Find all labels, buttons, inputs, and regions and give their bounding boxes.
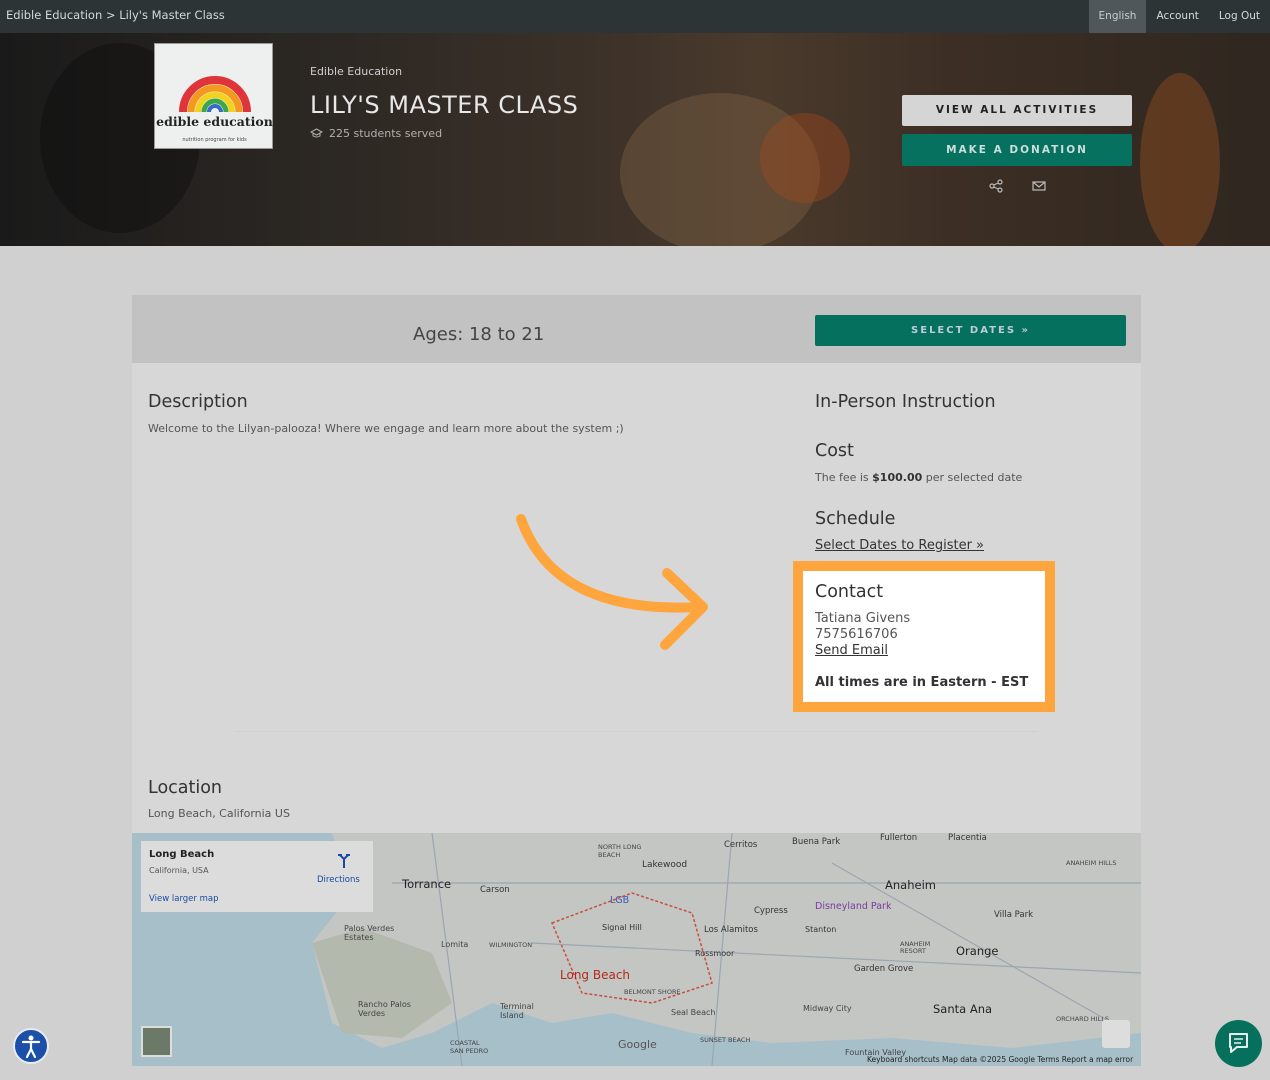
view-larger-map-link[interactable]: View larger map	[149, 894, 219, 904]
location-map[interactable]: Long Beach California, USA View larger m…	[132, 833, 1141, 1066]
map-label: ANAHEIM HILLS	[1066, 859, 1117, 867]
map-label: ORCHARD HILLS	[1056, 1015, 1109, 1023]
organization-logo: edible education nutrition program for k…	[154, 43, 273, 149]
map-label: Torrance	[402, 877, 452, 891]
cost-heading: Cost	[815, 441, 854, 461]
map-label: Lomita	[441, 940, 469, 949]
map-label: Terminal Island	[500, 1002, 534, 1020]
chat-icon	[1229, 1033, 1248, 1053]
share-icon[interactable]	[988, 179, 1004, 193]
logo-subtext: nutrition program for kids	[182, 137, 247, 143]
map-label: Midway City	[803, 1004, 852, 1013]
breadcrumb: Edible Education > Lily's Master Class	[6, 8, 225, 22]
map-label: Orange	[956, 944, 999, 958]
mail-icon[interactable]	[1031, 179, 1047, 193]
map-label: Long Beach	[560, 968, 631, 982]
map-label: WILMINGTON	[489, 941, 533, 949]
make-donation-button[interactable]: MAKE A DONATION	[902, 134, 1132, 166]
schedule-heading: Schedule	[815, 509, 896, 529]
map-label: Rancho Palos Verdes	[358, 1000, 411, 1018]
cost-prefix: The fee is	[815, 471, 869, 484]
location-text: Long Beach, California US	[148, 807, 290, 820]
map-place-subtitle: California, USA	[149, 866, 209, 875]
breadcrumb-separator: >	[105, 8, 116, 22]
map-label: Los Alamitos	[704, 925, 758, 935]
map-label: Fullerton	[880, 833, 918, 843]
cost-suffix: per selected date	[925, 471, 1023, 484]
map-label: Cerritos	[724, 840, 758, 850]
hero-background-shape	[760, 113, 850, 203]
instruction-type-heading: In-Person Instruction	[815, 392, 996, 412]
google-logo: Google	[618, 1038, 657, 1051]
timezone-note: All times are in Eastern - EST	[815, 675, 1029, 690]
map-label: Stanton	[805, 925, 837, 934]
map-label: Disneyland Park	[815, 901, 892, 912]
cost-text: The fee is $100.00 per selected date	[815, 471, 1022, 484]
send-email-link[interactable]: Send Email	[815, 643, 888, 658]
select-dates-button[interactable]: SELECT DATES »	[815, 315, 1126, 346]
map-footer: Keyboard shortcuts Map data ©2025 Google…	[867, 1055, 1134, 1064]
breadcrumb-root[interactable]: Edible Education	[6, 8, 102, 22]
top-links: English Account Log Out	[1088, 0, 1270, 33]
map-label: Santa Ana	[933, 1002, 993, 1016]
accessibility-icon	[21, 1035, 41, 1059]
directions-link[interactable]: Directions	[317, 875, 360, 885]
accessibility-button[interactable]	[13, 1028, 49, 1064]
view-all-activities-button[interactable]: VIEW ALL ACTIVITIES	[902, 95, 1132, 126]
page-title: LILY'S MASTER CLASS	[310, 91, 579, 119]
description-heading: Description	[148, 392, 248, 412]
map-label: Placentia	[948, 833, 987, 843]
map-label: Seal Beach	[671, 1008, 716, 1017]
logout-link[interactable]: Log Out	[1209, 0, 1270, 33]
location-heading: Location	[148, 778, 223, 798]
map-label: COASTAL SAN PEDRO	[450, 1039, 489, 1055]
map-label: Villa Park	[994, 910, 1033, 920]
rainbow-logo-icon	[179, 76, 251, 113]
select-dates-link[interactable]: Select Dates to Register »	[815, 538, 984, 553]
breadcrumb-current: Lily's Master Class	[119, 8, 225, 22]
map-label: SUNSET BEACH	[700, 1036, 751, 1044]
map-label: Buena Park	[792, 837, 841, 847]
contact-section-highlight: Contact Tatiana Givens 7575616706 Send E…	[793, 561, 1055, 712]
card-header: Ages: 18 to 21 SELECT DATES »	[132, 295, 1141, 363]
logo-text: edible education	[156, 114, 273, 129]
students-served: 225 students served	[310, 127, 442, 140]
cost-amount: $100.00	[872, 471, 923, 484]
map-label: Palos Verdes Estates	[344, 924, 395, 942]
map-label: Anaheim	[885, 878, 936, 892]
map-label: Cypress	[754, 906, 788, 916]
top-nav-bar: Edible Education > Lily's Master Class E…	[0, 0, 1270, 33]
section-divider	[235, 731, 1038, 732]
map-label: ANAHEIM RESORT	[900, 940, 931, 955]
contact-heading: Contact	[815, 582, 884, 602]
map-label: NORTH LONG BEACH	[598, 843, 642, 859]
organization-name[interactable]: Edible Education	[310, 65, 402, 78]
map-place-title: Long Beach	[149, 849, 215, 860]
graduation-cap-icon	[310, 128, 323, 138]
chat-button[interactable]	[1215, 1020, 1262, 1067]
map-label: Rossmoor	[695, 949, 735, 958]
map-camera-control-icon[interactable]	[1102, 1020, 1130, 1048]
map-label: LGB	[610, 895, 630, 906]
ages-range: Ages: 18 to 21	[413, 324, 545, 345]
map-info-card: Long Beach California, USA View larger m…	[141, 841, 373, 912]
language-selector[interactable]: English	[1088, 0, 1147, 33]
map-label: Carson	[480, 885, 510, 895]
map-label: Lakewood	[642, 860, 688, 870]
contact-phone: 7575616706	[815, 627, 898, 642]
account-link[interactable]: Account	[1146, 0, 1208, 33]
directions-icon[interactable]	[337, 851, 351, 869]
annotation-arrow-icon	[516, 514, 708, 650]
map-satellite-toggle[interactable]	[141, 1026, 172, 1057]
description-text: Welcome to the Lilyan-palooza! Where we …	[148, 422, 624, 435]
map-label: Signal Hill	[602, 923, 642, 932]
hero-background-shape	[1140, 73, 1220, 246]
students-served-text: 225 students served	[329, 127, 443, 140]
map-label: BELMONT SHORE	[624, 988, 681, 996]
contact-name: Tatiana Givens	[815, 611, 911, 626]
map-label: Garden Grove	[854, 964, 914, 974]
